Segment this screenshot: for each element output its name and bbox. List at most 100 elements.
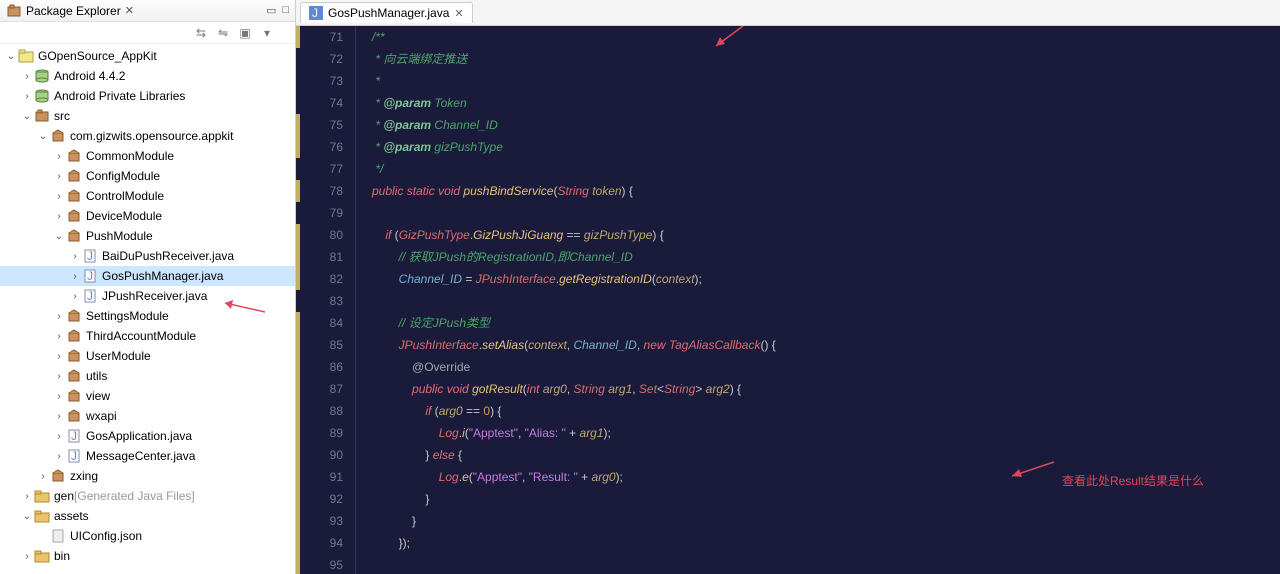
tree-item-label: view: [86, 389, 110, 403]
tree-item-label: UIConfig.json: [70, 529, 142, 543]
view-menu-icon[interactable]: ▾: [259, 25, 275, 41]
view-tab-close[interactable]: ✕: [125, 4, 134, 17]
proj-icon: [18, 48, 34, 64]
tree-item[interactable]: ›JGosApplication.java: [0, 426, 295, 446]
tree-item-label: UserModule: [86, 349, 151, 363]
code-editor[interactable]: 7172737475767778798081828384858687888990…: [296, 26, 1280, 574]
tree-item-label: ConfigModule: [86, 169, 160, 183]
tree-item-label: ThirdAccountModule: [86, 329, 196, 343]
tree-item[interactable]: ›ConfigModule: [0, 166, 295, 186]
tree-item[interactable]: ›CommonModule: [0, 146, 295, 166]
tree-item-label: BaiDuPushReceiver.java: [102, 249, 234, 263]
tree-item[interactable]: ⌄GOpenSource_AppKit: [0, 46, 295, 66]
tab-label: GosPushManager.java: [328, 6, 449, 20]
tree-item[interactable]: ⌄PushModule: [0, 226, 295, 246]
java-icon: J: [66, 428, 82, 444]
svg-text:J: J: [87, 269, 93, 283]
tree-item-label: JPushReceiver.java: [102, 289, 207, 303]
tree-item[interactable]: ›zxing: [0, 466, 295, 486]
tree-item[interactable]: ›view: [0, 386, 295, 406]
tree-item[interactable]: ›Android Private Libraries: [0, 86, 295, 106]
tree-item-label: gen: [54, 489, 74, 503]
package-icon: [66, 208, 82, 224]
tree-item-label: GosPushManager.java: [102, 269, 223, 283]
package-icon: [66, 348, 82, 364]
svg-text:J: J: [71, 429, 77, 443]
tree-item-label: DeviceModule: [86, 209, 162, 223]
tree-item-label: Android Private Libraries: [54, 89, 185, 103]
folder-icon: [34, 548, 50, 564]
lib-icon: [34, 88, 50, 104]
tree-item-label: wxapi: [86, 409, 117, 423]
folder-icon: [34, 488, 50, 504]
svg-text:J: J: [87, 249, 93, 263]
src-icon: [34, 108, 50, 124]
package-icon: [50, 468, 66, 484]
tree-item[interactable]: ⌄assets: [0, 506, 295, 526]
tree-item[interactable]: ›ControlModule: [0, 186, 295, 206]
code-body[interactable]: /** * 向云端绑定推送 * * @param Token * @param …: [356, 26, 1280, 574]
svg-text:J: J: [312, 6, 318, 20]
tree-item-label: Android 4.4.2: [54, 69, 125, 83]
tree-item-label: assets: [54, 509, 89, 523]
package-icon: [66, 228, 82, 244]
folder-icon: [34, 508, 50, 524]
tree-item[interactable]: ›SettingsModule: [0, 306, 295, 326]
tree-item-label: SettingsModule: [86, 309, 169, 323]
tree-item-label: bin: [54, 549, 70, 563]
svg-text:J: J: [71, 449, 77, 463]
tree-item-label: ControlModule: [86, 189, 164, 203]
tree-item[interactable]: ›utils: [0, 366, 295, 386]
tree-item[interactable]: ›gen [Generated Java Files]: [0, 486, 295, 506]
java-icon: J: [82, 268, 98, 284]
tree-item-label: MessageCenter.java: [86, 449, 195, 463]
tree-item[interactable]: ›DeviceModule: [0, 206, 295, 226]
tree-item-label: CommonModule: [86, 149, 174, 163]
package-icon: [66, 388, 82, 404]
editor-tab-active[interactable]: J GosPushManager.java ✕: [300, 2, 473, 23]
package-icon: [66, 148, 82, 164]
package-icon: [66, 328, 82, 344]
tree-item-label: src: [54, 109, 70, 123]
java-icon: J: [82, 248, 98, 264]
tree-item[interactable]: UIConfig.json: [0, 526, 295, 546]
tree-item[interactable]: ›bin: [0, 546, 295, 566]
tab-close-icon[interactable]: ✕: [454, 7, 463, 20]
tree-item-label: utils: [86, 369, 107, 383]
package-icon: [66, 368, 82, 384]
tree-item[interactable]: ⌄src: [0, 106, 295, 126]
tree-item[interactable]: ›UserModule: [0, 346, 295, 366]
focus-icon[interactable]: ▣: [237, 25, 253, 41]
tree-item[interactable]: ›JMessageCenter.java: [0, 446, 295, 466]
java-file-icon: J: [309, 6, 323, 20]
line-gutter: 7172737475767778798081828384858687888990…: [296, 26, 356, 574]
file-icon: [50, 528, 66, 544]
tree-item-label: GOpenSource_AppKit: [38, 49, 157, 63]
tree-item[interactable]: ›Android 4.4.2: [0, 66, 295, 86]
editor-area: J GosPushManager.java ✕ 7172737475767778…: [296, 0, 1280, 574]
maximize-icon[interactable]: □: [282, 4, 289, 17]
java-icon: J: [66, 448, 82, 464]
tree-item[interactable]: ⌄com.gizwits.opensource.appkit: [0, 126, 295, 146]
tree-item[interactable]: ›JJPushReceiver.java: [0, 286, 295, 306]
minimize-icon[interactable]: ▭: [266, 4, 276, 17]
view-toolbar: ⇆ ⇋ ▣ ▾: [0, 22, 295, 44]
view-title-label: Package Explorer: [26, 4, 121, 18]
package-explorer-icon: [6, 3, 22, 19]
tree-item[interactable]: ›ThirdAccountModule: [0, 326, 295, 346]
lib-icon: [34, 68, 50, 84]
package-icon: [66, 188, 82, 204]
tree-item[interactable]: ›JBaiDuPushReceiver.java: [0, 246, 295, 266]
svg-text:J: J: [87, 289, 93, 303]
tree-item[interactable]: ›JGosPushManager.java: [0, 266, 295, 286]
collapse-all-icon[interactable]: ⇆: [193, 25, 209, 41]
package-explorer-panel: Package Explorer ✕ ▭ □ ⇆ ⇋ ▣ ▾ ⌄GOpenSou…: [0, 0, 296, 574]
tree-item-label: GosApplication.java: [86, 429, 192, 443]
tree-item-label: PushModule: [86, 229, 153, 243]
link-editor-icon[interactable]: ⇋: [215, 25, 231, 41]
tree-item[interactable]: ›wxapi: [0, 406, 295, 426]
package-icon: [50, 128, 66, 144]
java-icon: J: [82, 288, 98, 304]
package-icon: [66, 408, 82, 424]
tree[interactable]: ⌄GOpenSource_AppKit›Android 4.4.2›Androi…: [0, 44, 295, 574]
